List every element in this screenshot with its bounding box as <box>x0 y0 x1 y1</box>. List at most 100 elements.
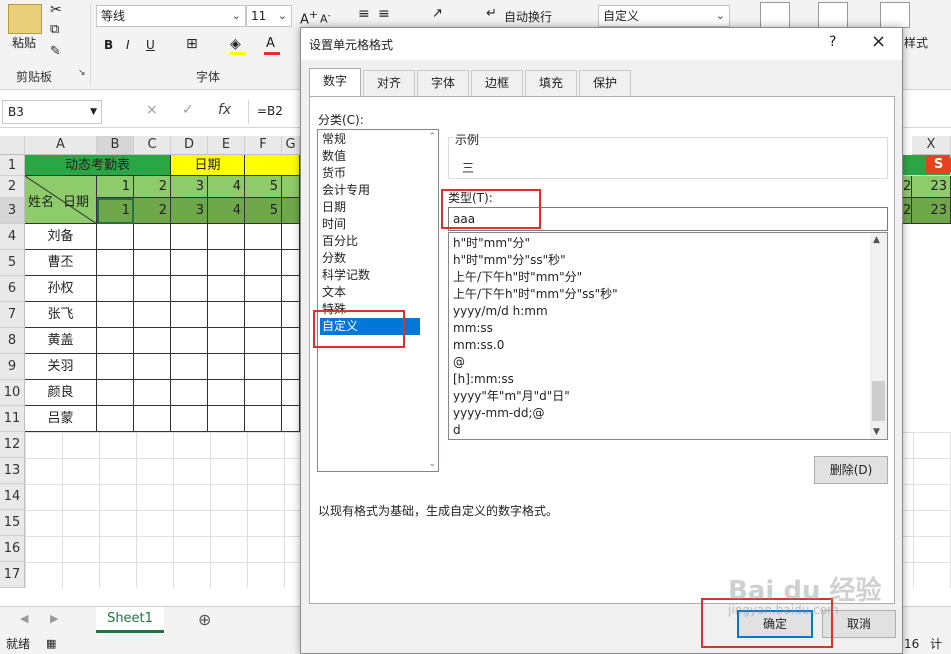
category-item[interactable]: 科学记数 <box>320 267 420 284</box>
row-header[interactable]: 17 <box>0 562 25 588</box>
category-item[interactable]: 常规 <box>320 131 420 148</box>
weekday-cell[interactable]: 2 <box>903 198 912 224</box>
title-cell[interactable]: 动态考勤表 <box>25 155 171 176</box>
help-icon[interactable]: ? <box>829 34 836 50</box>
format-code-item[interactable]: mm:ss <box>453 320 493 337</box>
weekday-cell[interactable]: 5 <box>245 198 282 224</box>
weekday-cell[interactable]: 3 <box>171 198 208 224</box>
name-cell[interactable]: 黄盖 <box>25 328 97 354</box>
day-cell[interactable] <box>282 176 300 198</box>
format-code-item[interactable]: 上午/下午h"时"mm"分" <box>453 269 582 286</box>
orientation-icon[interactable]: ↗ <box>432 6 443 21</box>
weekday-cell[interactable]: 4 <box>208 198 245 224</box>
cancel-formula-icon[interactable]: × <box>146 102 158 118</box>
format-code-item[interactable]: mm:ss.0 <box>453 337 504 354</box>
name-cell[interactable]: 吕蒙 <box>25 406 97 432</box>
day-cell[interactable]: 23 <box>912 176 951 198</box>
row-header[interactable]: 3 <box>0 198 25 224</box>
bold-button[interactable]: B <box>104 38 113 52</box>
tab-alignment[interactable]: 对齐 <box>363 70 415 96</box>
row-header[interactable]: 1 <box>0 155 25 176</box>
decrease-font-icon[interactable]: A- <box>320 10 331 26</box>
cut-icon[interactable]: ✂ <box>50 2 62 18</box>
format-code-item[interactable]: yyyy/m/d h:mm <box>453 303 548 320</box>
scroll-down-icon[interactable]: ▼ <box>873 427 880 437</box>
fill-color-icon[interactable]: ◈ <box>230 36 241 52</box>
row-header[interactable]: 10 <box>0 380 25 406</box>
day-cell[interactable]: 2 <box>903 176 912 198</box>
row-header[interactable]: 7 <box>0 302 25 328</box>
category-item[interactable]: 会计专用 <box>320 182 420 199</box>
scroll-down-icon[interactable]: ⌄ <box>428 459 436 469</box>
corner-cell[interactable]: 姓名 日期 <box>25 176 97 224</box>
underline-button[interactable]: U <box>146 38 155 52</box>
add-sheet-icon[interactable]: ⊕ <box>198 610 211 629</box>
wrap-text-icon[interactable]: ↵ <box>486 6 497 21</box>
format-painter-icon[interactable]: ✎ <box>50 44 61 59</box>
format-code-item[interactable]: @ <box>453 354 465 371</box>
category-item[interactable]: 分数 <box>320 250 420 267</box>
sheet-tab-sheet1[interactable]: Sheet1 <box>96 607 164 633</box>
cell-styles-label[interactable]: 样式 <box>904 34 928 51</box>
name-box[interactable]: B3 ▼ <box>2 100 102 124</box>
category-item[interactable]: 货币 <box>320 165 420 182</box>
category-item[interactable]: 文本 <box>320 284 420 301</box>
format-list-scrollbar[interactable]: ▲ ▼ <box>870 233 887 439</box>
number-format-box[interactable]: 自定义 ⌄ <box>598 5 730 27</box>
column-header[interactable]: D <box>171 136 208 155</box>
font-color-icon[interactable]: A <box>266 36 275 51</box>
font-size-box[interactable]: 11 ⌄ <box>246 5 292 27</box>
category-list[interactable]: 常规 数值 货币 会计专用 日期 时间 百分比 分数 科学记数 文本 特殊 自定… <box>317 129 439 472</box>
name-cell[interactable]: 孙权 <box>25 276 97 302</box>
row-header[interactable]: 2 <box>0 176 25 198</box>
format-code-item[interactable]: h"时"mm"分"ss"秒" <box>453 252 566 269</box>
category-item[interactable]: 日期 <box>320 199 420 216</box>
name-cell[interactable]: 张飞 <box>25 302 97 328</box>
day-cell[interactable]: 4 <box>208 176 245 198</box>
format-code-item[interactable]: d <box>453 422 461 439</box>
format-code-item[interactable]: yyyy"年"m"月"d"日" <box>453 388 570 405</box>
row-header[interactable]: 6 <box>0 276 25 302</box>
date-header-fill[interactable] <box>245 155 300 176</box>
format-code-item[interactable]: h"时"mm"分" <box>453 235 530 252</box>
paste-icon[interactable] <box>8 4 42 34</box>
cell-styles-icon[interactable] <box>880 2 910 28</box>
column-header[interactable]: A <box>25 136 97 155</box>
column-header[interactable]: G <box>282 136 300 155</box>
increase-font-icon[interactable]: A+ <box>300 8 318 27</box>
day-cell[interactable]: 1 <box>97 176 134 198</box>
macro-record-icon[interactable]: ▦ <box>46 634 56 654</box>
close-icon[interactable]: × <box>871 31 886 52</box>
prev-sheet-icon[interactable]: ◀ <box>20 612 28 625</box>
row-header[interactable]: 11 <box>0 406 25 432</box>
format-code-list[interactable]: h"时"mm"分" h"时"mm"分"ss"秒" 上午/下午h"时"mm"分" … <box>448 232 888 440</box>
row-header[interactable]: 12 <box>0 432 25 458</box>
copy-icon[interactable]: ⧉ <box>50 22 59 37</box>
format-code-item[interactable]: [h]:mm:ss <box>453 371 514 388</box>
font-name-box[interactable]: 等线 ⌄ <box>96 5 246 27</box>
paste-button[interactable]: 粘贴 <box>12 34 36 51</box>
select-all-corner[interactable] <box>0 136 25 155</box>
delete-button[interactable]: 删除(D) <box>814 456 888 484</box>
clipboard-launcher-icon[interactable]: ↘ <box>78 68 86 78</box>
align-top-icon[interactable]: ≡ <box>358 6 370 22</box>
weekday-cell[interactable]: 23 <box>912 198 951 224</box>
category-item[interactable]: 百分比 <box>320 233 420 250</box>
tab-font[interactable]: 字体 <box>417 70 469 96</box>
wrap-text-button[interactable]: 自动换行 <box>504 8 552 25</box>
column-header[interactable]: X <box>912 136 951 155</box>
column-header[interactable]: C <box>134 136 171 155</box>
column-header[interactable]: B <box>97 136 134 155</box>
scroll-up-icon[interactable]: ⌃ <box>428 132 436 142</box>
selected-cell[interactable]: 1 <box>97 198 134 224</box>
tab-protection[interactable]: 保护 <box>579 70 631 96</box>
conditional-format-icon[interactable] <box>760 2 790 28</box>
column-header[interactable]: E <box>208 136 245 155</box>
row-header[interactable]: 13 <box>0 458 25 484</box>
row-header[interactable]: 15 <box>0 510 25 536</box>
tab-number[interactable]: 数字 <box>309 68 361 96</box>
row-header[interactable]: 16 <box>0 536 25 562</box>
day-cell[interactable]: 5 <box>245 176 282 198</box>
weekday-cell[interactable] <box>282 198 300 224</box>
formula-input[interactable]: =B2 <box>248 100 308 124</box>
